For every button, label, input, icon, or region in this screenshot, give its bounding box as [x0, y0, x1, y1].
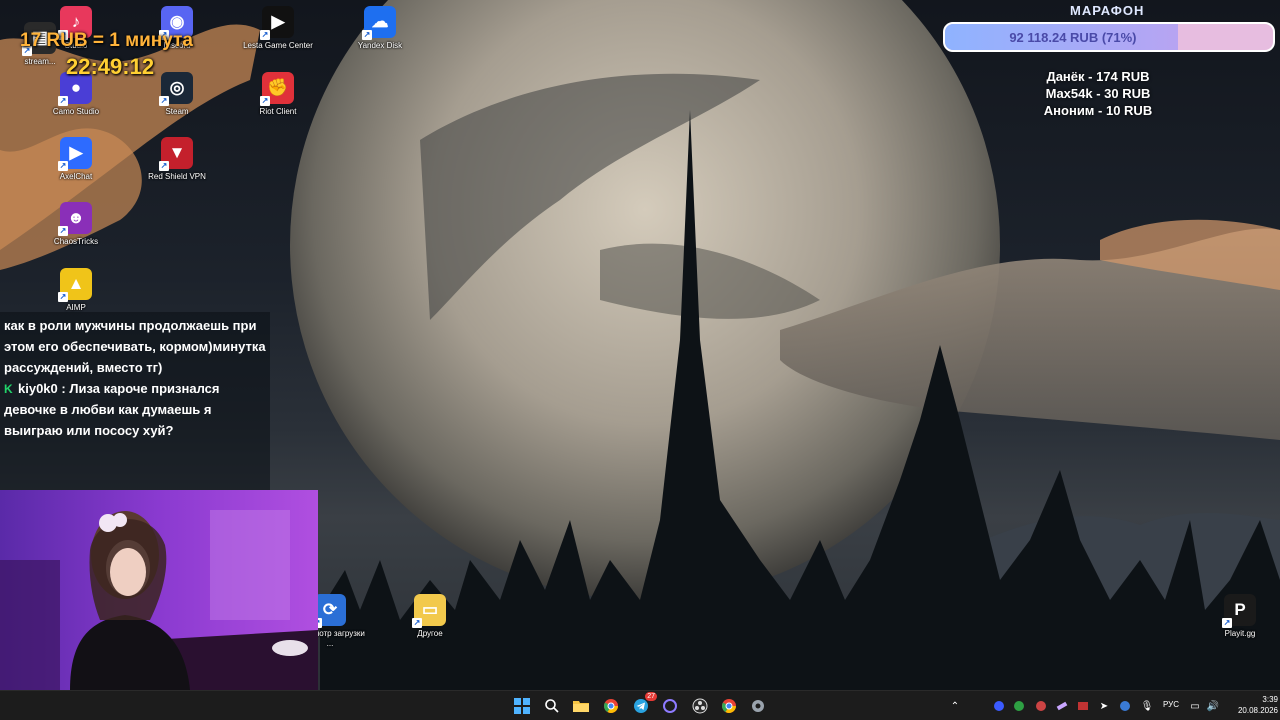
language-indicator[interactable]: РУС — [1163, 700, 1179, 709]
xbox-icon[interactable] — [1012, 699, 1026, 713]
cortana-icon[interactable] — [659, 695, 681, 717]
microphone-icon[interactable]: 🎙 — [1140, 699, 1154, 713]
chat-overlay: как в роли мужчины продолжаешь при этом … — [0, 312, 270, 490]
desktop-icon-label: Lesta Game Center — [243, 41, 313, 50]
desktop-icon-label: Playit.gg — [1224, 629, 1256, 638]
telegram-icon[interactable]: 27 — [630, 692, 657, 717]
desktop-icon-label: Другое — [417, 629, 443, 638]
desktop-icon-label: AxelChat — [59, 172, 93, 181]
shortcut-arrow-icon: ↗ — [58, 292, 68, 302]
tray-check-icon[interactable] — [1118, 699, 1132, 713]
downloads-icon: ⟳↗ — [312, 594, 346, 628]
desktop-icon-playit[interactable]: P ↗ Playit.gg — [1200, 594, 1280, 639]
desktop-icon-aimp[interactable]: ▲ ↗ AIMP — [36, 268, 116, 313]
chat-message: Kkiy0k0 : Лиза кароче признался девочке … — [4, 378, 266, 441]
desktop-icon-yandex-disk[interactable]: ☁ ↗ Yandex Disk — [340, 6, 420, 51]
settings-icon[interactable] — [747, 695, 769, 717]
rate-text: 17 RUB = 1 минута — [20, 30, 193, 51]
telegram-badge: 27 — [645, 692, 657, 701]
chrome-icon[interactable] — [600, 695, 622, 717]
chat-username: kiy0k0 — [18, 381, 58, 396]
clock-date: 20.08.2026 — [1237, 706, 1278, 715]
tray-app-icon-2[interactable] — [1034, 699, 1048, 713]
axelchat-icon: ▶ ↗ — [58, 137, 92, 171]
tray-app-icon-1[interactable] — [992, 699, 1006, 713]
aimp-icon: ▲ ↗ — [58, 268, 92, 302]
shortcut-arrow-icon: ↗ — [159, 161, 169, 171]
volume-icon[interactable]: 🔊 — [1206, 699, 1220, 713]
chat-message: как в роли мужчины продолжаешь при этом … — [4, 315, 266, 378]
donor-list: Данёк - 174 RUB Max54k - 30 RUB Аноним -… — [1020, 68, 1176, 119]
explorer-icon[interactable] — [570, 695, 592, 717]
network-icon[interactable]: ▭ — [1188, 699, 1202, 713]
desktop-icon-folder[interactable]: ▭ ↗ Другое — [390, 594, 470, 639]
shortcut-arrow-icon: ↗ — [58, 96, 68, 106]
desktop-icon-label: stream... — [24, 57, 56, 66]
desktop-icon-label: Steam — [165, 107, 189, 116]
desktop-icon-red-shield[interactable]: ▼ ↗ Red Shield VPN — [137, 137, 217, 182]
desktop-icon-label: Yandex Disk — [357, 41, 403, 50]
shortcut-arrow-icon: ↗ — [260, 30, 270, 40]
obs-icon[interactable] — [689, 695, 711, 717]
tray-app-icon-4[interactable] — [1076, 699, 1090, 713]
shortcut-arrow-icon: ↗ — [58, 161, 68, 171]
riot-icon: ✊ ↗ — [260, 72, 294, 106]
clock[interactable]: 3:39 20.08.2026 — [1226, 694, 1278, 716]
tray-app-icon-3[interactable] — [1055, 699, 1069, 713]
shortcut-arrow-icon: ↗ — [1222, 618, 1232, 628]
marathon-progress-bar: 92 118.24 RUB (71%) — [943, 22, 1275, 52]
kick-badge-icon: K — [4, 382, 13, 396]
desktop-icon-riot[interactable]: ✊ ↗ Riot Client — [238, 72, 318, 117]
timer-text: 22:49:12 — [66, 54, 155, 79]
search-icon[interactable] — [541, 695, 563, 717]
shortcut-arrow-icon: ↗ — [159, 96, 169, 106]
donor-item: Max54k - 30 RUB — [1045, 86, 1151, 101]
yandex-disk-icon: ☁ ↗ — [362, 6, 396, 40]
steam-icon: ◎ ↗ — [159, 72, 193, 106]
shortcut-arrow-icon: ↗ — [58, 226, 68, 236]
desktop-icon-label: Red Shield VPN — [148, 172, 206, 181]
webcam-feed — [0, 490, 318, 690]
shortcut-arrow-icon: ↗ — [260, 96, 270, 106]
marathon-amount-label: 92 118.24 RUB (71%) — [1009, 29, 1137, 45]
marathon-title: МАРАФОН — [1070, 3, 1145, 18]
desktop-icon-label: Camo Studio — [52, 107, 100, 116]
webcam-image — [0, 490, 318, 690]
chat-message-text: как в роли мужчины продолжаешь при этом … — [4, 318, 266, 375]
clock-time: 3:39 — [1262, 695, 1278, 704]
folder-icon: ▭ ↗ — [412, 594, 446, 628]
shortcut-arrow-icon: ↗ — [362, 30, 372, 40]
chevron-up-icon[interactable]: ⌃ — [948, 699, 962, 713]
start-icon[interactable] — [511, 695, 533, 717]
desktop-icon-chaostricks[interactable]: ☻ ↗ ChaosTricks — [36, 202, 116, 247]
shortcut-arrow-icon: ↗ — [412, 618, 422, 628]
desktop-icon-label: ChaosTricks — [53, 237, 99, 246]
playit-icon: P ↗ — [1222, 594, 1256, 628]
chat-separator: : — [57, 381, 70, 396]
donor-item: Данёк - 174 RUB — [1046, 69, 1150, 84]
donor-item: Аноним - 10 RUB — [1043, 103, 1153, 118]
red-shield-icon: ▼ ↗ — [159, 137, 193, 171]
desktop-icon-axelchat[interactable]: ▶ ↗ AxelChat — [36, 137, 116, 182]
taskbar: 27 ⌃ ➤ 🎙 РУС ▭ 🔊 3:39 20.08.2026 — [0, 690, 1280, 720]
desktop-icon-lesta[interactable]: ▶ ↗ Lesta Game Center — [238, 6, 318, 51]
telegram-tray-icon[interactable]: ➤ — [1097, 699, 1111, 713]
chrome-icon-2[interactable] — [718, 695, 740, 717]
desktop-icon-label: Riot Client — [259, 107, 297, 116]
chaostricks-icon: ☻ ↗ — [58, 202, 92, 236]
lesta-icon: ▶ ↗ — [260, 6, 294, 40]
